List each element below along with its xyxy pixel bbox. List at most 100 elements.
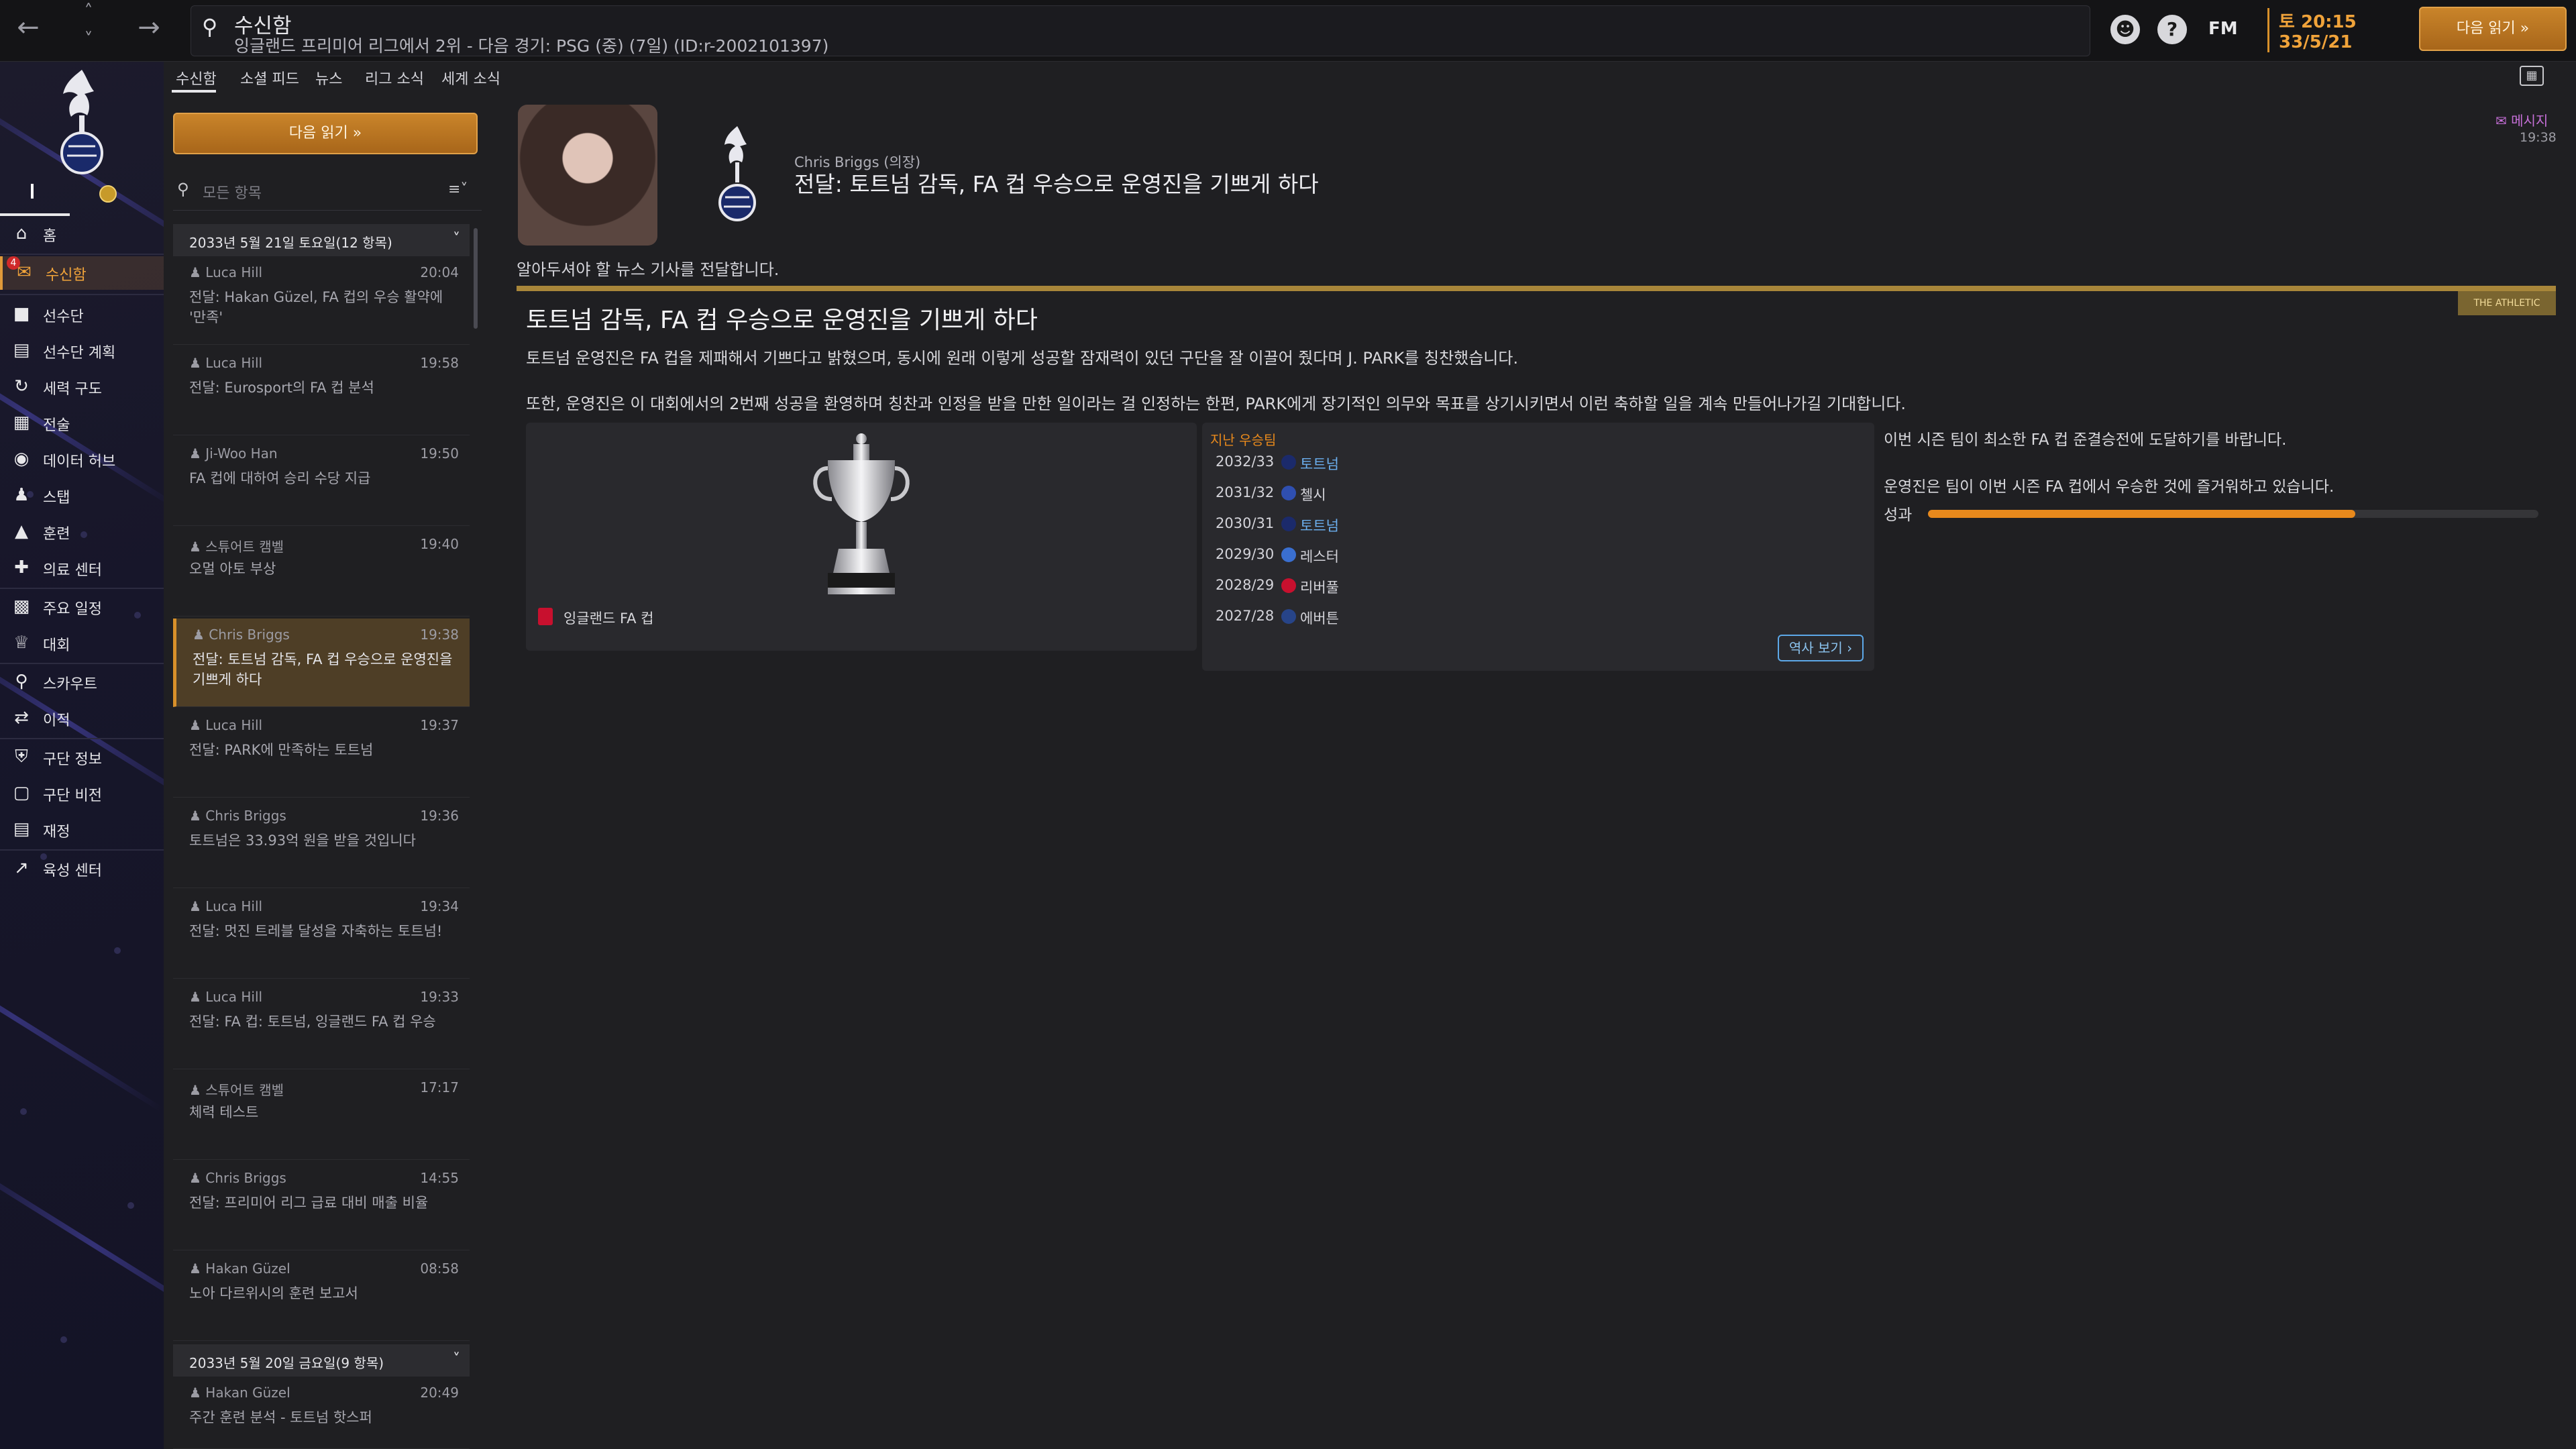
sidebar-item-finances[interactable]: ▤ 재정: [0, 813, 164, 847]
fa-logo-icon: [538, 608, 553, 625]
past-winners-title: 지난 우승팀: [1210, 432, 1277, 448]
club-badge-icon: [1281, 609, 1296, 624]
message-item[interactable]: ♟ Hakan Güzel 20:49 주간 훈련 분석 - 토트넘 핫스퍼: [173, 1377, 470, 1449]
list-scrollbar[interactable]: [474, 228, 478, 329]
club-badge-icon: [1281, 547, 1296, 562]
shirt-icon: ■: [13, 304, 30, 324]
sidebar-item-data-hub[interactable]: ◉ 데이터 허브: [0, 443, 164, 476]
message-item[interactable]: ♟ Luca Hill 19:58 전달: Eurosport의 FA 컵 분석: [173, 347, 470, 435]
sender-avatar[interactable]: [518, 105, 657, 246]
filter-bar[interactable]: ⚲ 모든 항목 ≡˅: [173, 173, 482, 211]
up-arrow-icon[interactable]: ˄: [75, 1, 102, 21]
down-arrow-icon[interactable]: ˅: [75, 30, 102, 50]
article-title: 토트넘 감독, FA 컵 우승으로 운영진을 기쁘게 하다: [526, 307, 1038, 334]
double-chevron-icon: »: [2520, 20, 2530, 37]
social-icon[interactable]: ☻: [2110, 15, 2140, 44]
fa-cup-trophy-icon: [813, 433, 910, 594]
medical-icon: ✚: [14, 557, 29, 578]
message-item[interactable]: ♟ 스튜어트 캠벨 17:17 체력 테스트: [173, 1071, 470, 1160]
sidebar-item-development[interactable]: ↗ 육성 센터: [0, 852, 164, 885]
view-history-button[interactable]: 역사 보기 ›: [1778, 635, 1864, 661]
forward-arrow-icon[interactable]: →: [136, 12, 162, 43]
layout-toggle-icon[interactable]: ▦: [2520, 66, 2544, 86]
message-item-selected[interactable]: ♟ Chris Briggs 19:38 전달: 토트넘 감독, FA 컵 우승으로…: [173, 619, 470, 707]
sidebar-item-staff[interactable]: ♟ 스탭: [0, 479, 164, 513]
double-chevron-icon: »: [352, 125, 362, 142]
sidebar-item-squad[interactable]: ■ 선수단: [0, 298, 164, 331]
sort-menu-icon[interactable]: ≡˅: [448, 181, 468, 198]
message-headline: 전달: 토트넘 감독, FA 컵 우승으로 운영진을 기쁘게 하다: [794, 171, 1319, 197]
club-crest-icon: [718, 126, 756, 221]
tab-world-news[interactable]: 세계 소식: [441, 67, 500, 89]
group-header[interactable]: 2033년 5월 20일 금요일(9 항목) ˅: [173, 1344, 470, 1377]
sender: ♟ Chris Briggs: [189, 808, 286, 824]
message-item[interactable]: ♟ Luca Hill 19:34 전달: 멋진 트레블 달성을 자축하는 토트넘!: [173, 890, 470, 979]
group-header[interactable]: 2033년 5월 21일 토요일(12 항목) ˅: [173, 224, 470, 256]
sidebar-item-schedule[interactable]: ▩ 주요 일정: [0, 590, 164, 624]
trophy-caption[interactable]: 잉글랜드 FA 컵: [564, 608, 653, 628]
sidebar-item-competitions[interactable]: ♕ 대회: [0, 627, 164, 660]
team-link[interactable]: 토트넘: [1300, 515, 1339, 535]
message-item[interactable]: ♟ Luca Hill 19:37 전달: PARK에 만족하는 토트넘: [173, 709, 470, 798]
message-item[interactable]: ♟ Ji-Woo Han 19:50 FA 컵에 대하여 승리 수당 지급: [173, 437, 470, 526]
team-name[interactable]: 에버튼: [1300, 608, 1339, 628]
continue-button-list[interactable]: 다음 읽기 »: [173, 113, 478, 154]
game-clock[interactable]: 토 20:15 33/5/21: [2267, 8, 2388, 52]
article-divider: [517, 286, 2556, 291]
sidebar-item-scouting[interactable]: ⚲ 스카우트: [0, 665, 164, 699]
message-item[interactable]: ♟ Luca Hill 20:04 전달: Hakan Güzel, FA 컵의 우…: [173, 256, 470, 345]
sidebar-item-medical[interactable]: ✚ 의료 센터: [0, 551, 164, 585]
data-hub-icon: ◉: [13, 449, 30, 469]
fm-logo[interactable]: FM: [2208, 19, 2238, 39]
sidebar-item-training[interactable]: ▲ 훈련: [0, 515, 164, 549]
message-item[interactable]: ♟ Luca Hill 19:33 전달: FA 컵: 토트넘, 잉글랜드 FA 컵…: [173, 981, 470, 1069]
help-icon[interactable]: ?: [2157, 15, 2187, 44]
search-box[interactable]: ⚲ 수신함 잉글랜드 프리미어 리그에서 2위 - 다음 경기: PSG (중)…: [191, 5, 2090, 56]
person-icon: ♟: [189, 1385, 206, 1401]
tab-league-news[interactable]: 리그 소식: [365, 67, 424, 89]
club-info-icon: ⛨: [15, 747, 28, 767]
performance-bar-fill: [1928, 510, 2355, 518]
person-icon: ♟: [189, 989, 206, 1005]
training-icon: ▲: [15, 521, 28, 541]
message-type-badge: ✉ 메시지: [2496, 113, 2548, 129]
sidebar-item-inbox[interactable]: ✉ 4 수신함: [0, 256, 164, 290]
sidebar-item-squad-planner[interactable]: ▤ 선수단 계획: [0, 334, 164, 368]
vision-icon: ▢: [13, 783, 30, 803]
message-intro: 알아두셔야 할 뉴스 기사를 전달합니다.: [517, 260, 780, 279]
tab-news[interactable]: 뉴스: [315, 67, 342, 89]
top-bar: ← ˄ ˅ → ⚲ 수신함 잉글랜드 프리미어 리그에서 2위 - 다음 경기:…: [0, 0, 2576, 62]
filter-input[interactable]: 모든 항목: [203, 181, 262, 203]
tab-inbox[interactable]: 수신함: [176, 67, 217, 89]
sidebar-item-club-vision[interactable]: ▢ 구단 비전: [0, 777, 164, 810]
clock-time: 토 20:15: [2279, 12, 2357, 32]
past-winner-row: 2027/28 에버튼: [1216, 608, 1339, 627]
staff-icon: ♟: [13, 485, 30, 505]
chevron-right-icon: ›: [1847, 640, 1853, 656]
team-name[interactable]: 첼시: [1300, 484, 1326, 504]
message-item[interactable]: ♟ Chris Briggs 14:55 전달: 프리미어 리그 급료 대비 매출 …: [173, 1162, 470, 1250]
profile-underline: [0, 213, 70, 216]
sidebar-item-transfers[interactable]: ⇄ 이적: [0, 702, 164, 735]
sender: ♟ Luca Hill: [189, 989, 263, 1005]
tab-social-feed[interactable]: 소셜 피드: [240, 67, 299, 89]
club-crest-icon[interactable]: [47, 64, 117, 182]
sidebar-item-dynamics[interactable]: ↻ 세력 구도: [0, 370, 164, 404]
team-link[interactable]: 토트넘: [1300, 453, 1339, 474]
team-name[interactable]: 리버풀: [1300, 577, 1339, 597]
message-item[interactable]: ♟ Hakan Güzel 08:58 노아 다르위시의 훈련 보고서: [173, 1252, 470, 1341]
team-name[interactable]: 레스터: [1300, 546, 1339, 566]
active-tab-indicator: [172, 90, 216, 93]
person-icon: ♟: [189, 808, 206, 824]
message-item[interactable]: ♟ Chris Briggs 19:36 토트넘은 33.93억 원을 받을 것입니…: [173, 800, 470, 888]
trophy-icon: ♕: [13, 633, 30, 653]
sidebar-item-home[interactable]: ⌂ 홈: [0, 217, 164, 251]
back-arrow-icon[interactable]: ←: [15, 12, 42, 43]
sidebar-item-club-info[interactable]: ⛨ 구단 정보: [0, 741, 164, 774]
sidebar-item-tactics[interactable]: ▦ 전술: [0, 407, 164, 440]
continue-button[interactable]: 다음 읽기 »: [2419, 7, 2567, 51]
message-item[interactable]: ♟ 스튜어트 캠벨 19:40 오멀 아토 부상: [173, 528, 470, 616]
development-icon: ↗: [14, 858, 29, 878]
club-badge-icon: [1281, 517, 1296, 531]
past-winner-row: 2029/30 레스터: [1216, 546, 1339, 565]
